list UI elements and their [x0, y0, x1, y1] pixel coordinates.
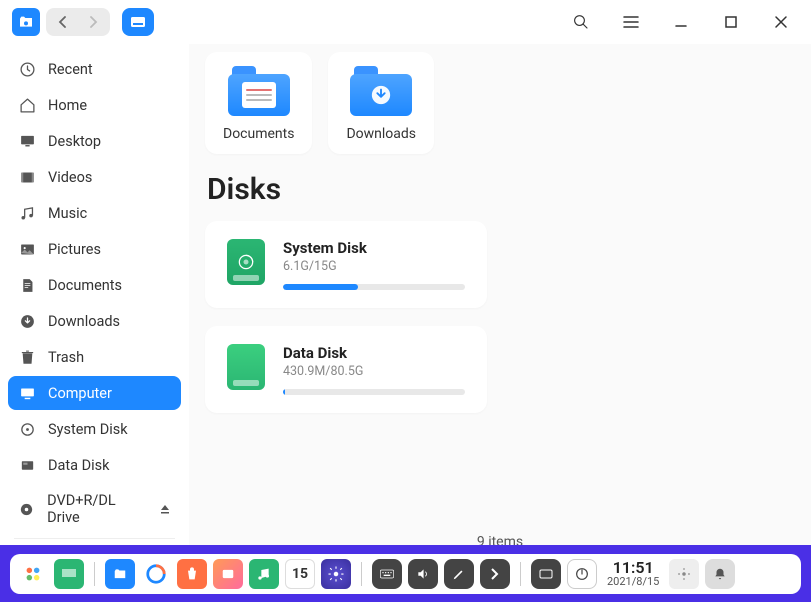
sidebar-item-label: Computer: [48, 385, 112, 402]
sidebar: Recent Home Desktop Videos Music Picture…: [0, 44, 189, 556]
sidebar-item-label: Recent: [48, 61, 93, 78]
file-manager-icon[interactable]: [105, 559, 135, 589]
menu-icon[interactable]: [621, 12, 641, 32]
sidebar-item-music[interactable]: Music: [8, 196, 181, 230]
clock[interactable]: 11:51 2021/8/15: [603, 559, 663, 589]
notifications-icon[interactable]: [705, 559, 735, 589]
disk-system[interactable]: System Disk 6.1G/15G: [205, 221, 487, 308]
sidebar-item-label: Downloads: [48, 313, 120, 330]
sidebar-item-downloads[interactable]: Downloads: [8, 304, 181, 338]
disk-name: System Disk: [283, 239, 465, 257]
sidebar-item-home[interactable]: Home: [8, 88, 181, 122]
folder-icon: [350, 66, 412, 116]
disk-icon: [18, 456, 36, 474]
desktop-icon: [18, 132, 36, 150]
sidebar-item-dvd-drive[interactable]: DVD+R/DL Drive: [8, 484, 181, 534]
sidebar-item-system-disk[interactable]: System Disk: [8, 412, 181, 446]
clock-date: 2021/8/15: [607, 576, 659, 588]
folder-label: Downloads: [346, 126, 416, 142]
sidebar-item-data-disk[interactable]: Data Disk: [8, 448, 181, 482]
trash-icon: [18, 348, 36, 366]
disc-icon: [18, 500, 35, 518]
main-content: Documents Downloads Disks: [189, 44, 811, 556]
calendar-icon[interactable]: 15: [285, 559, 315, 589]
sidebar-item-label: Trash: [48, 349, 84, 366]
power-icon[interactable]: [567, 559, 597, 589]
close-button[interactable]: [771, 12, 791, 32]
sidebar-item-recent[interactable]: Recent: [8, 52, 181, 86]
sidebar-item-label: Data Disk: [48, 457, 110, 474]
chevron-right-icon[interactable]: [480, 559, 510, 589]
minimize-button[interactable]: [671, 12, 691, 32]
disk-progress: [283, 284, 465, 290]
volume-icon[interactable]: [408, 559, 438, 589]
disk-icon: [18, 420, 36, 438]
image-viewer-icon[interactable]: [213, 559, 243, 589]
view-mode-button[interactable]: [122, 8, 154, 36]
folder-icon: [228, 66, 290, 116]
disk-data[interactable]: Data Disk 430.9M/80.5G: [205, 326, 487, 413]
sidebar-item-videos[interactable]: Videos: [8, 160, 181, 194]
search-icon[interactable]: [571, 12, 591, 32]
sidebar-item-label: Home: [48, 97, 87, 114]
sidebar-item-label: Music: [48, 205, 87, 222]
titlebar: [0, 0, 811, 44]
sidebar-item-label: Videos: [48, 169, 92, 186]
sidebar-item-label: System Disk: [48, 421, 128, 438]
sidebar-item-label: DVD+R/DL Drive: [47, 492, 147, 526]
sidebar-item-trash[interactable]: Trash: [8, 340, 181, 374]
sidebar-item-computer[interactable]: Computer: [8, 376, 181, 410]
music-app-icon[interactable]: [249, 559, 279, 589]
eject-icon[interactable]: [159, 503, 171, 515]
settings-icon[interactable]: [321, 559, 351, 589]
color-picker-icon[interactable]: [444, 559, 474, 589]
disk-usage: 430.9M/80.5G: [283, 364, 465, 379]
computer-icon: [18, 384, 36, 402]
app-store-icon[interactable]: [177, 559, 207, 589]
clock-time: 11:51: [607, 559, 659, 577]
folder-downloads[interactable]: Downloads: [328, 52, 434, 154]
home-icon: [18, 96, 36, 114]
sidebar-item-label: Documents: [48, 277, 122, 294]
sidebar-item-label: Desktop: [48, 133, 101, 150]
sidebar-item-documents[interactable]: Documents: [8, 268, 181, 302]
disk-icon: [227, 344, 265, 390]
folder-label: Documents: [223, 126, 294, 142]
video-icon: [18, 168, 36, 186]
disk-name: Data Disk: [283, 344, 465, 362]
disk-progress: [283, 389, 465, 395]
keyboard-icon[interactable]: [372, 559, 402, 589]
clock-icon: [18, 60, 36, 78]
screen-icon[interactable]: [531, 559, 561, 589]
section-title: Disks: [207, 172, 795, 207]
sidebar-item-desktop[interactable]: Desktop: [8, 124, 181, 158]
maximize-button[interactable]: [721, 12, 741, 32]
taskbar: 15 11:51 2021/8/15: [0, 545, 811, 602]
download-icon: [18, 312, 36, 330]
picture-icon: [18, 240, 36, 258]
sidebar-item-label: Pictures: [48, 241, 101, 258]
document-icon: [18, 276, 36, 294]
browser-icon[interactable]: [141, 559, 171, 589]
tray-settings-icon[interactable]: [669, 559, 699, 589]
show-desktop-icon[interactable]: [54, 559, 84, 589]
back-button[interactable]: [46, 8, 78, 36]
disk-usage: 6.1G/15G: [283, 259, 465, 274]
folder-documents[interactable]: Documents: [205, 52, 312, 154]
disk-icon: [227, 239, 265, 285]
sidebar-item-pictures[interactable]: Pictures: [8, 232, 181, 266]
forward-button[interactable]: [78, 8, 110, 36]
app-logo[interactable]: [12, 8, 40, 36]
launcher-icon[interactable]: [18, 559, 48, 589]
music-icon: [18, 204, 36, 222]
